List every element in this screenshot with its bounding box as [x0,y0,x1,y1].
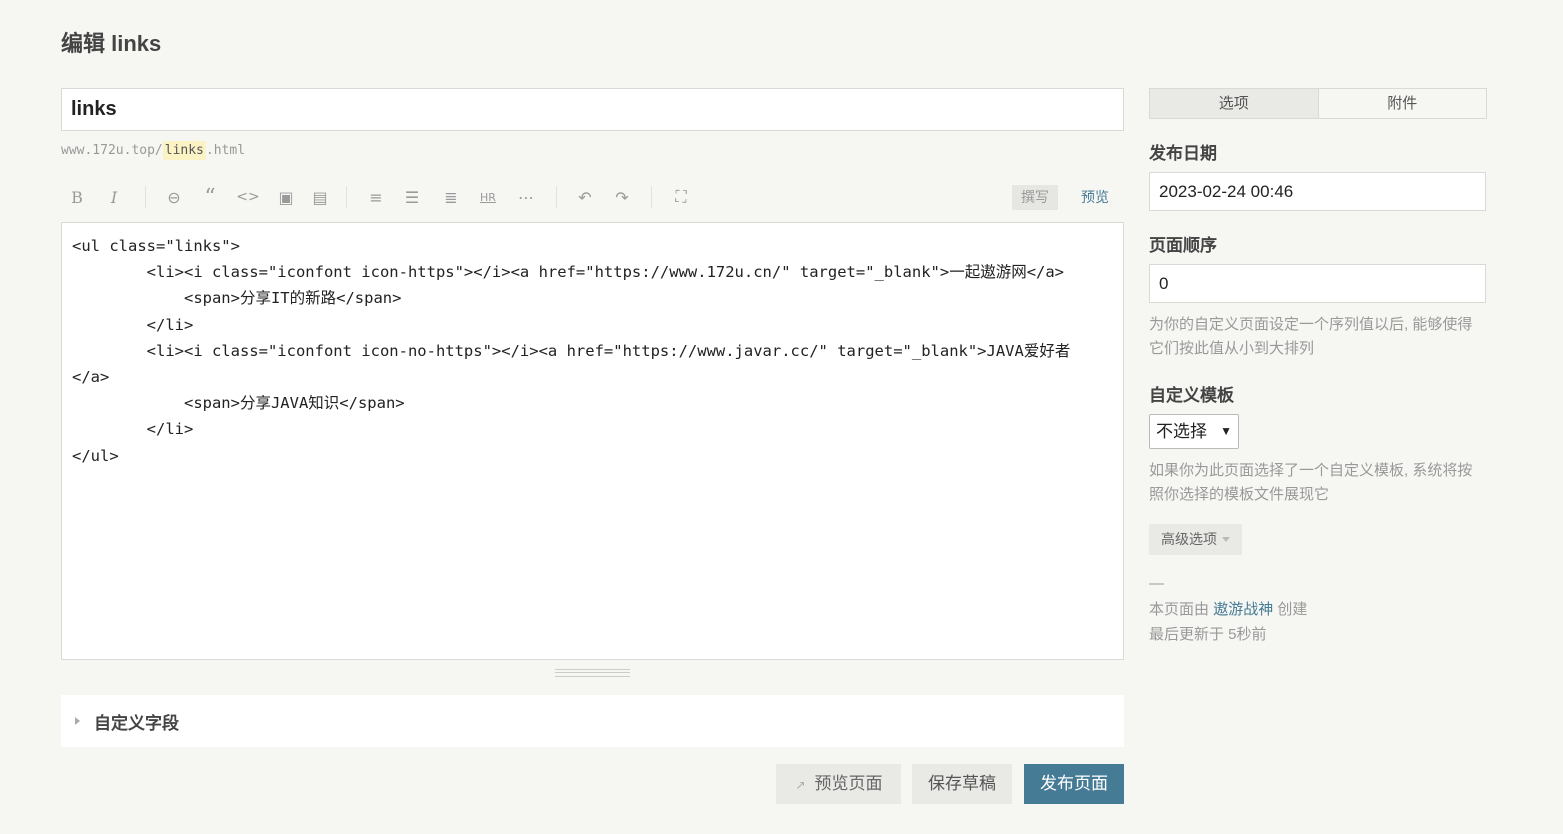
heading-icon[interactable]: ≣ [439,186,463,208]
template-label: 自定义模板 [1149,386,1234,405]
more-icon[interactable]: ⋯ [514,186,538,208]
image-icon[interactable]: ▣ [274,186,298,208]
tab-options[interactable]: 选项 [1150,89,1319,118]
template-select[interactable]: 不选择 ▼ [1149,414,1239,449]
content-editor[interactable]: <ul class="links"> <li><i class="iconfon… [61,222,1124,660]
hr-icon[interactable]: HR [476,186,500,208]
toolbar-divider [346,186,347,208]
undo-icon[interactable]: ↶ [573,186,597,208]
ordered-list-icon[interactable]: ≡ [364,186,388,208]
link-icon[interactable]: ⊖ [162,186,186,208]
code-icon[interactable]: <> [236,186,260,208]
title-input[interactable]: links [61,88,1124,131]
created-suffix: 创建 [1277,601,1308,618]
external-link-icon: ↗ [795,778,806,792]
custom-fields-label: 自定义字段 [94,713,179,733]
page-order-label: 页面顺序 [1149,236,1217,255]
chevron-down-icon: ▼ [1220,424,1232,438]
meta-divider: — [1149,575,1164,592]
page-order-input[interactable]: 0 [1149,264,1486,303]
template-description: 如果你为此页面选择了一个自定义模板, 系统将按照你选择的模板文件展现它 [1149,462,1473,503]
toolbar-divider [556,186,557,208]
preview-page-label: 预览页面 [814,774,883,793]
created-by-line: 本页面由 遨游战神 创建 [1149,598,1307,619]
created-prefix: 本页面由 [1149,601,1210,618]
save-draft-button[interactable]: 保存草稿 [912,764,1012,804]
quote-icon[interactable]: “ [198,185,222,210]
last-updated: 最后更新于 5秒前 [1149,626,1267,643]
editor-resize-handle[interactable] [555,669,630,677]
write-tab[interactable]: 撰写 [1012,185,1058,210]
italic-icon[interactable]: I [102,186,126,208]
url-prefix: www.172u.top/ [61,143,163,158]
expand-triangle-icon [75,717,80,725]
preview-tab[interactable]: 预览 [1073,185,1117,210]
unordered-list-icon[interactable]: ☰ [400,186,424,208]
template-selected-value: 不选择 [1156,422,1207,441]
tab-attachments[interactable]: 附件 [1318,89,1486,118]
advanced-options-label: 高级选项 [1161,531,1217,547]
publish-date-label: 发布日期 [1149,144,1217,163]
custom-fields-section[interactable]: 自定义字段 [61,695,1124,747]
sidebar-tabs: 选项 附件 [1149,88,1487,119]
author-link[interactable]: 遨游战神 [1213,601,1273,618]
page-order-description: 为你的自定义页面设定一个序列值以后, 能够使得它们按此值从小到大排列 [1149,316,1473,357]
url-suffix: .html [205,143,246,158]
publish-date-input[interactable]: 2023-02-24 00:46 [1149,172,1486,211]
caret-down-icon [1222,537,1230,542]
toolbar-divider [145,186,146,208]
preview-page-button[interactable]: ↗ 预览页面 [776,764,901,804]
fullscreen-icon[interactable]: ⛶ [669,186,693,208]
media-icon[interactable]: ▤ [308,186,332,208]
redo-icon[interactable]: ↷ [610,186,634,208]
toolbar-divider [651,186,652,208]
bold-icon[interactable]: B [65,186,89,208]
page-title: 编辑 links [61,31,162,56]
url-slug[interactable]: links [162,141,206,160]
editor-toolbar: B I ⊖ “ <> ▣ ▤ ≡ ☰ ≣ HR ⋯ ↶ ↷ ⛶ 撰写 预览 [61,180,1124,214]
url-preview: www.172u.top/links .html [61,141,246,160]
advanced-options-button[interactable]: 高级选项 [1149,524,1242,555]
publish-page-button[interactable]: 发布页面 [1024,764,1124,804]
